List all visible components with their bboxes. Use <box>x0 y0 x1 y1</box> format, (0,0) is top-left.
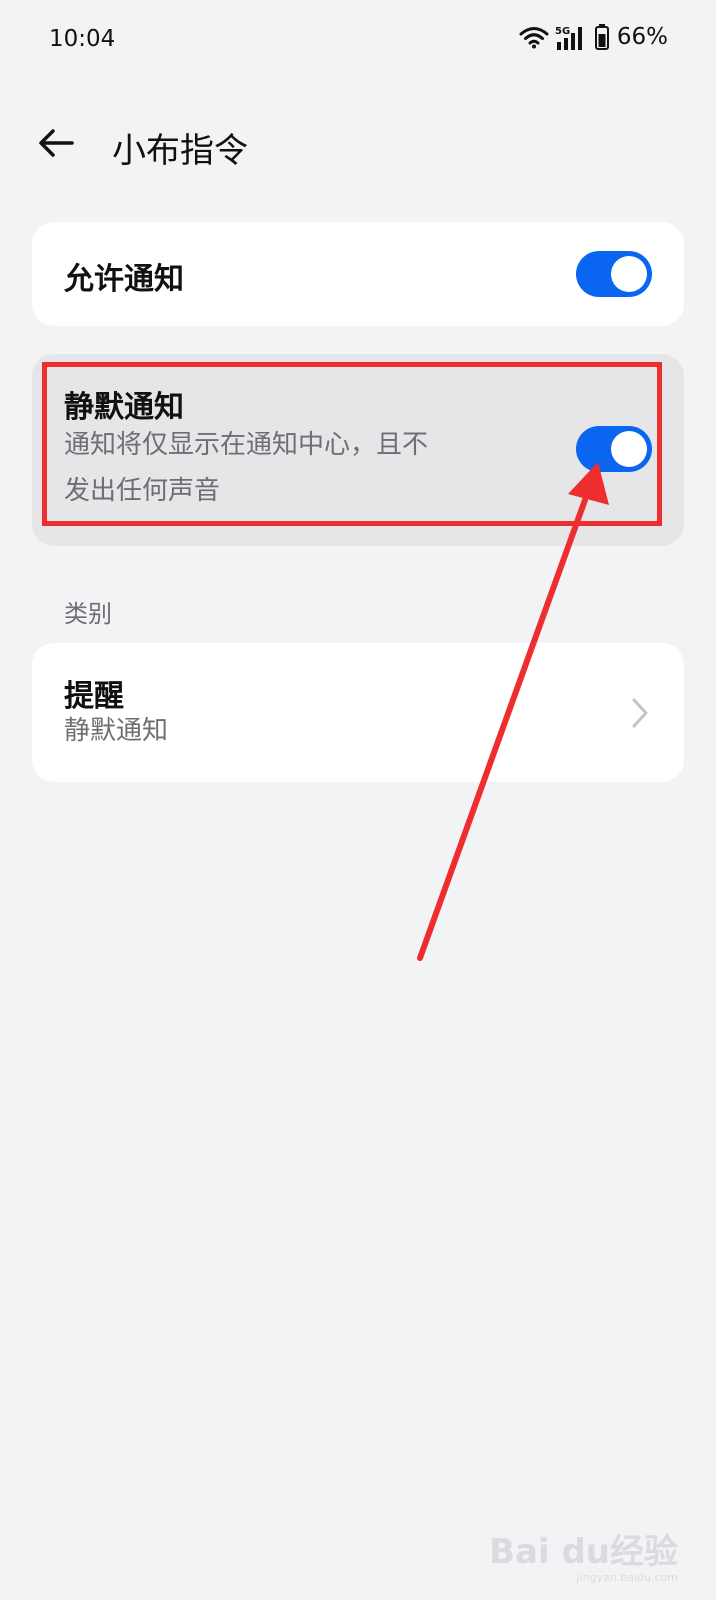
allow-notification-label: 允许通知 <box>64 262 184 297</box>
category-item-remind[interactable]: 提醒 静默通知 <box>32 643 684 782</box>
category-section-label: 类别 <box>64 600 112 628</box>
status-bar: 10:04 5G 66% <box>0 0 716 80</box>
toggle-knob <box>611 256 647 292</box>
category-item-title: 提醒 <box>64 679 124 714</box>
watermark-logo: Bai du经验 <box>489 1532 678 1572</box>
signal-icon: 5G <box>555 26 582 50</box>
category-item-subtitle: 静默通知 <box>64 716 169 746</box>
status-time: 10:04 <box>49 26 116 52</box>
watermark: Bai du经验 jingyan.baidu.com <box>489 1524 678 1584</box>
allow-notification-row[interactable]: 允许通知 <box>32 222 684 326</box>
battery-percent: 66% <box>616 24 668 50</box>
allow-notification-toggle[interactable] <box>576 251 652 297</box>
back-arrow-icon[interactable] <box>36 123 76 163</box>
battery-icon <box>594 24 609 50</box>
chevron-right-icon <box>632 698 648 728</box>
status-icons: 5G 66% <box>519 24 668 50</box>
wifi-icon <box>519 27 549 49</box>
app-header: 小布指令 <box>0 105 716 185</box>
annotation-highlight-box <box>42 362 662 526</box>
network-type: 5G <box>555 26 570 37</box>
page-title: 小布指令 <box>112 131 248 171</box>
